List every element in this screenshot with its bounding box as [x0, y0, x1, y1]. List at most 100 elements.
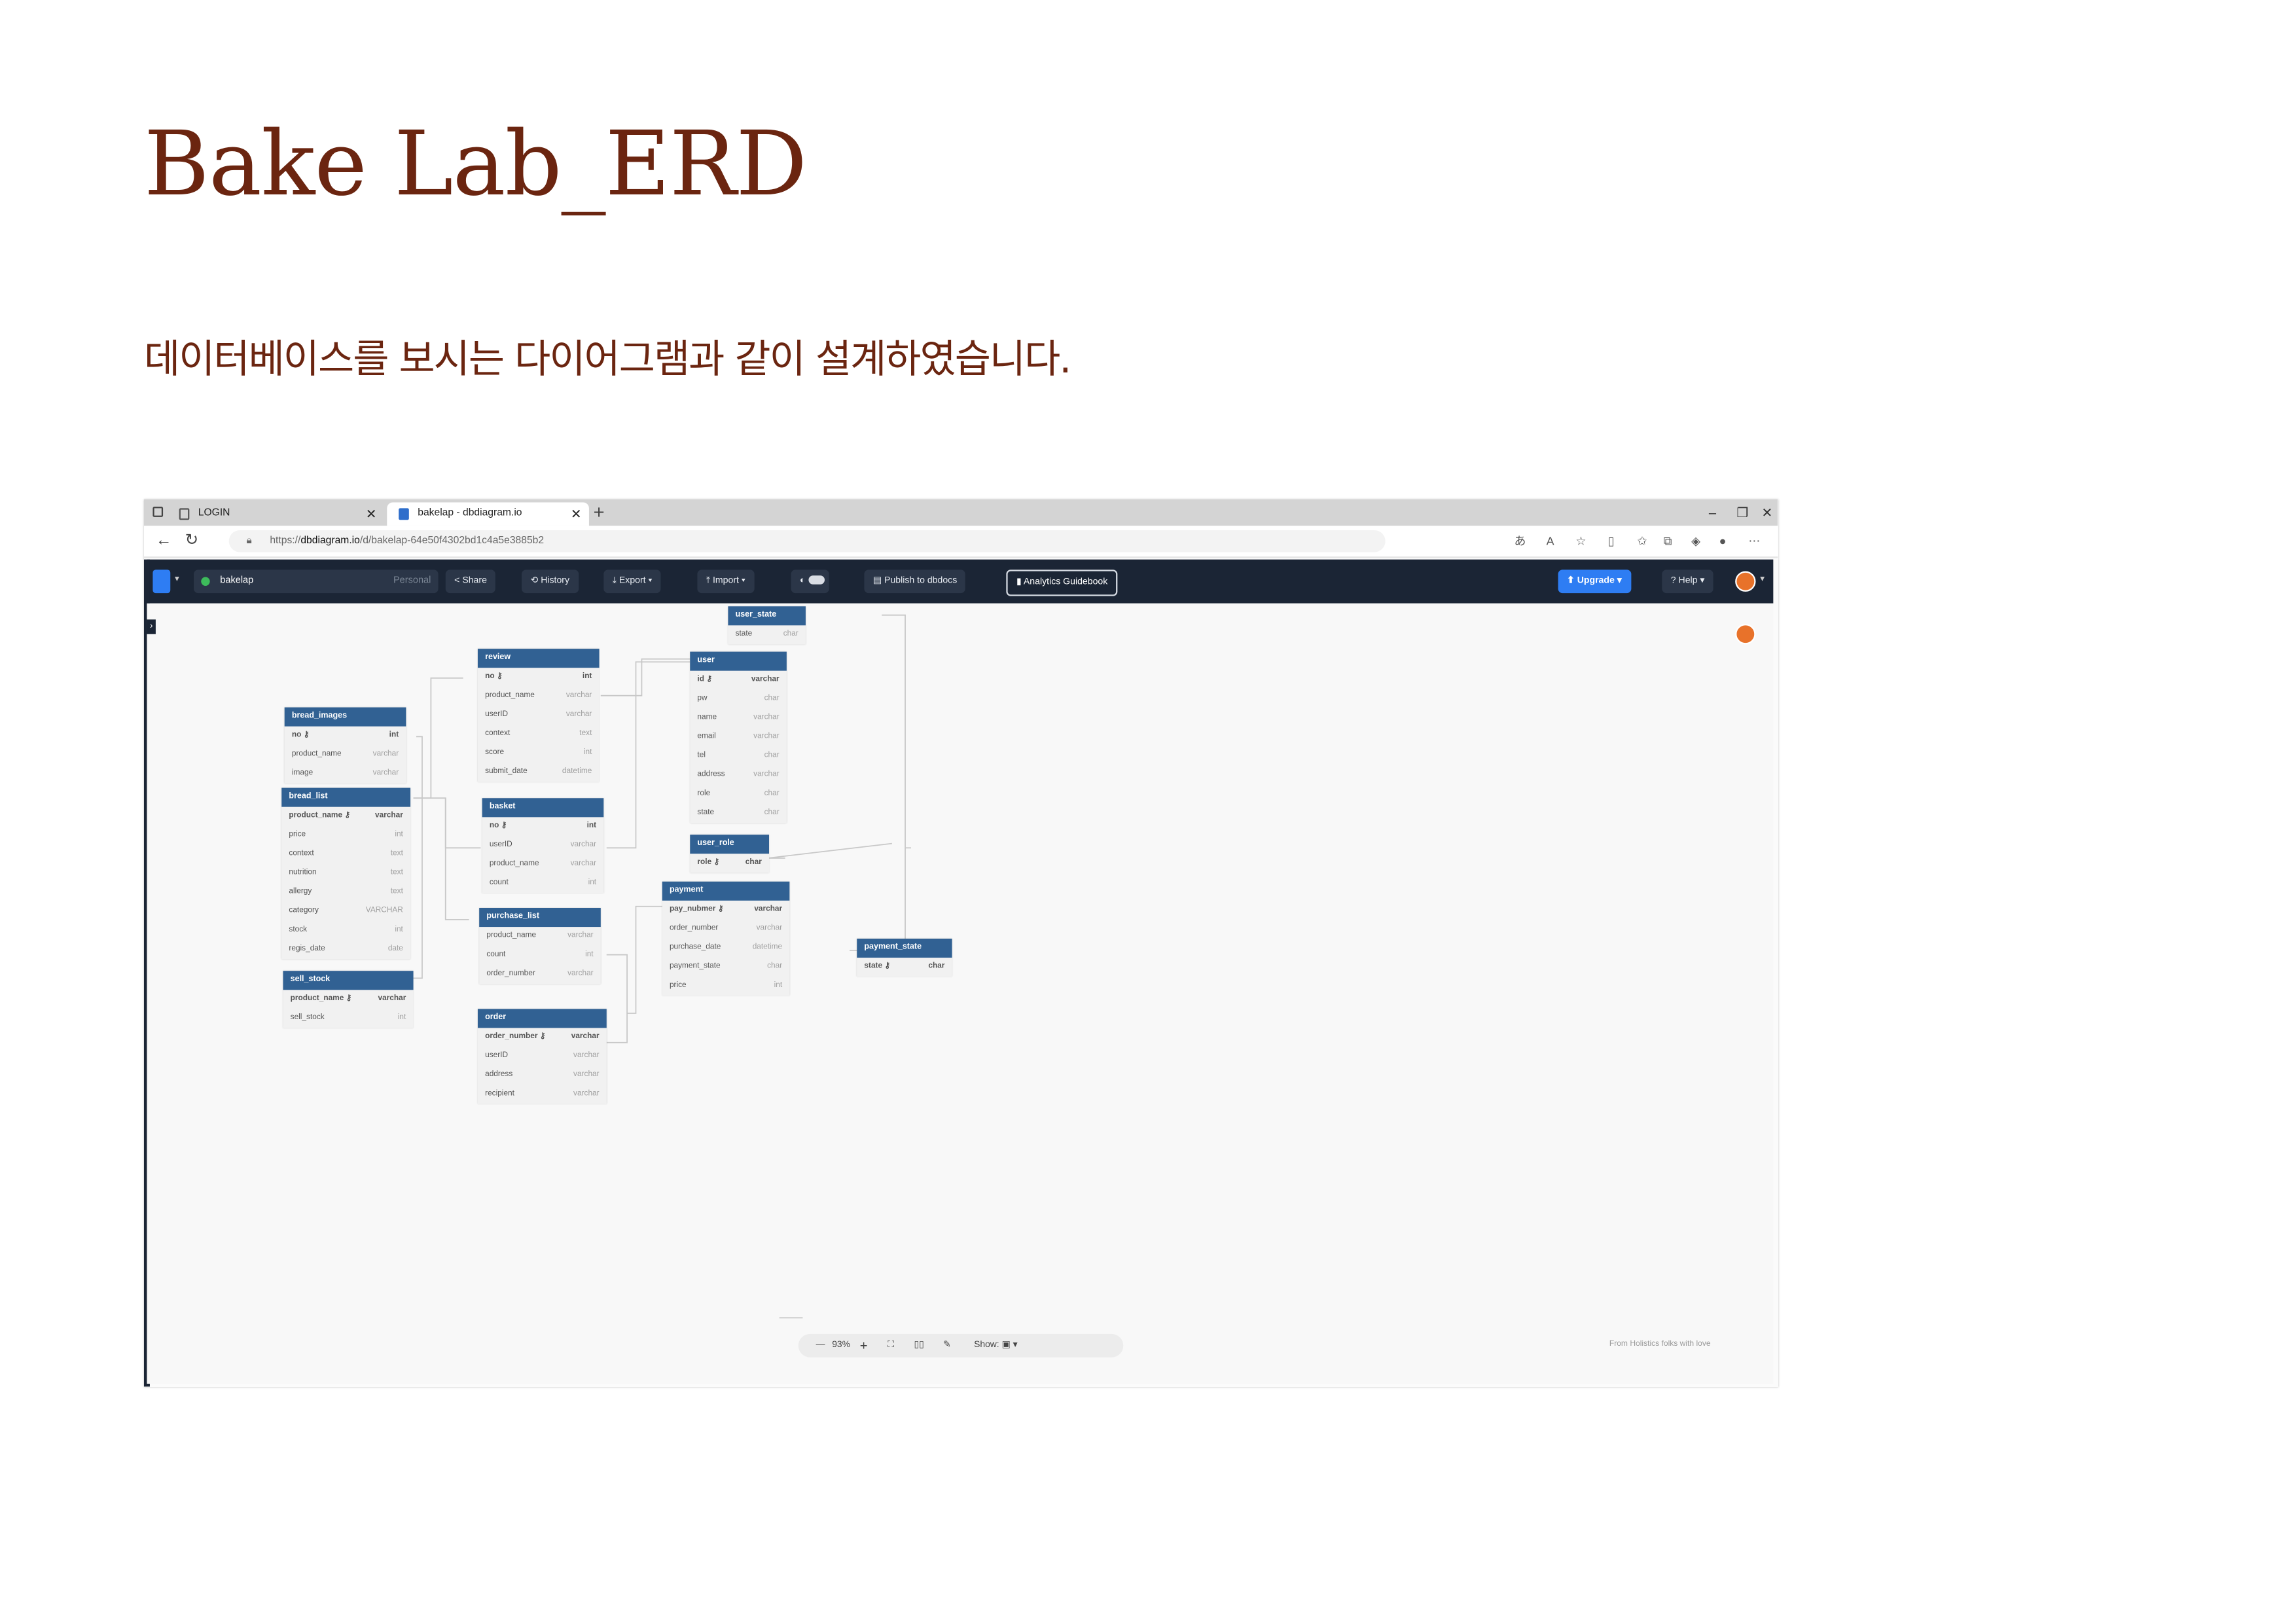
dbdiagram-logo-icon[interactable] [152, 569, 171, 594]
table-row: count int [486, 950, 594, 960]
table-row: context text [485, 729, 592, 738]
table-purchase_list[interactable]: purchase_list product_name varchar count i… [479, 908, 601, 984]
chevron-down-icon[interactable]: ▾ [1760, 574, 1765, 584]
table-header: bread_images [284, 707, 406, 727]
table-row: price int [289, 830, 403, 839]
tab-dbdiagram[interactable]: bakelap - dbdiagram.io ✕ [387, 502, 589, 526]
key-icon: ⚷ [717, 905, 724, 914]
read-aloud-icon[interactable]: A [1547, 535, 1554, 549]
table-user_role[interactable]: user_role role ⚷ char [690, 835, 770, 873]
upgrade-label: Upgrade [1577, 575, 1615, 586]
split-screen-icon[interactable]: ▯ [1608, 535, 1615, 549]
table-row: product_name varchar [485, 691, 592, 700]
upgrade-button[interactable]: ⬆ Upgrade ▾ [1558, 569, 1631, 594]
url-path: /d/bakelap-64e50f4302bd1c4a5e3885b2 [359, 535, 545, 547]
table-row: stock int [289, 925, 403, 935]
table-row: product_name varchar [489, 859, 597, 869]
refresh-button[interactable]: ↻ [185, 532, 199, 549]
table-row: payment_state char [669, 962, 783, 971]
dbdiagram-favicon-icon [399, 508, 409, 520]
table-header: basket [482, 798, 604, 818]
table-bread_list[interactable]: bread_list product_name ⚷ varchar price in… [281, 787, 411, 960]
fit-view-icon[interactable]: ⛶ [888, 1334, 894, 1358]
table-header: bread_list [281, 787, 411, 807]
table-sell_stock[interactable]: sell_stock product_name ⚷ varchar sell_st… [283, 971, 414, 1028]
table-basket[interactable]: basket no ⚷ int userID varchar product_nam… [482, 798, 604, 893]
table-user_state[interactable]: user_state state char [728, 606, 806, 645]
screenshot-frame: LOGIN ✕ bakelap - dbdiagram.io ✕ + – ❐ ✕… [144, 499, 1778, 1387]
project-name: bakelap [220, 575, 254, 586]
chevron-down-icon[interactable]: ▾ [175, 574, 179, 584]
close-window-button[interactable]: ✕ [1761, 504, 1772, 522]
table-row: state ⚷ char [864, 962, 945, 971]
export-button[interactable]: ⤓ Export ▾ [603, 569, 661, 594]
table-row: userID varchar [489, 840, 597, 850]
table-row: name varchar [697, 713, 780, 722]
close-icon[interactable]: ✕ [366, 502, 377, 526]
project-name-field[interactable]: bakelap Personal [194, 569, 439, 594]
share-button[interactable]: < Share [445, 569, 496, 594]
highlight-icon[interactable]: ✎ [943, 1334, 951, 1358]
import-button[interactable]: ⤒ Import ▾ [697, 569, 755, 594]
back-button[interactable]: ← [156, 532, 172, 549]
translate-icon[interactable]: あ [1514, 535, 1526, 549]
tab-label: LOGIN [198, 508, 230, 519]
user-avatar[interactable] [1735, 571, 1756, 592]
new-tab-button[interactable]: + [594, 501, 605, 524]
key-icon: ⚷ [713, 857, 720, 867]
help-label: Help [1678, 575, 1698, 586]
table-row: role char [697, 789, 780, 799]
extension-icon[interactable]: ◈ [1691, 535, 1700, 549]
table-header: review [477, 649, 600, 668]
table-bread_images[interactable]: bread_images no ⚷ int product_name varchar… [284, 707, 406, 784]
tab-actions-icon[interactable] [152, 507, 164, 517]
key-icon: ⚷ [706, 675, 713, 684]
more-icon[interactable]: ⋯ [1748, 535, 1760, 549]
table-order[interactable]: order order_number ⚷ varchar userID varcha… [477, 1009, 607, 1104]
table-row: pay_nubmer ⚷ varchar [669, 905, 783, 914]
layout-icon[interactable]: ▯▯ [914, 1334, 924, 1358]
table-row: address varchar [697, 770, 780, 780]
table-payment_state[interactable]: payment_state state ⚷ char [857, 938, 952, 977]
table-row: no ⚷ int [489, 821, 597, 831]
table-user[interactable]: user id ⚷ varchar pw char name varchar emai… [690, 651, 787, 823]
canvas-user-avatar[interactable] [1735, 624, 1756, 645]
table-row: image varchar [291, 768, 399, 778]
lock-icon: 🔒︎ [246, 535, 252, 547]
tab-login[interactable]: LOGIN ✕ [168, 502, 384, 526]
project-scope: Personal [393, 575, 431, 586]
slide-subtitle: 데이터베이스를 보시는 다이어그램과 같이 설계하였습니다. [144, 336, 1071, 382]
favorite-star-icon[interactable]: ☆ [1575, 535, 1586, 549]
table-row: context text [289, 849, 403, 858]
collections-icon[interactable]: ⧉ [1664, 535, 1672, 549]
table-row: tel char [697, 751, 780, 761]
table-row: state char [735, 630, 798, 639]
favorites-icon[interactable]: ✩ [1637, 535, 1647, 549]
table-payment[interactable]: payment pay_nubmer ⚷ varchar order_number… [662, 881, 790, 996]
show-menu-button[interactable]: ▣ ▾ [1002, 1334, 1018, 1358]
zoom-out-button[interactable]: — [816, 1334, 825, 1358]
help-button[interactable]: ? Help ▾ [1662, 569, 1713, 594]
share-label: Share [462, 575, 487, 586]
theme-toggle[interactable]: ◐ [791, 569, 829, 594]
zoom-in-button[interactable]: + [860, 1334, 868, 1358]
close-icon[interactable]: ✕ [571, 502, 582, 526]
minimize-button[interactable]: – [1709, 504, 1716, 522]
expand-panel-button[interactable]: › [147, 619, 156, 634]
history-button[interactable]: ⟲ History [522, 569, 579, 594]
key-icon: ⚷ [344, 811, 351, 820]
key-icon: ⚷ [496, 672, 503, 681]
table-header: purchase_list [479, 908, 601, 928]
table-review[interactable]: review no ⚷ int product_name varchar userI… [477, 649, 600, 782]
cloud-icon [201, 577, 210, 586]
table-header: user [690, 651, 787, 671]
table-row: allergy text [289, 887, 403, 897]
toggle-switch [808, 576, 825, 585]
profile-icon[interactable]: ● [1719, 535, 1727, 549]
publish-dbdocs-button[interactable]: ▤ Publish to dbdocs [864, 569, 966, 594]
table-row: sell_stock int [290, 1013, 406, 1022]
restore-button[interactable]: ❐ [1736, 504, 1748, 522]
analytics-guidebook-button[interactable]: ▮ Analytics Guidebook [1006, 569, 1118, 596]
url-field[interactable]: 🔒︎ https://dbdiagram.io/d/bakelap-64e50f… [228, 530, 1386, 552]
table-row: count int [489, 878, 597, 888]
